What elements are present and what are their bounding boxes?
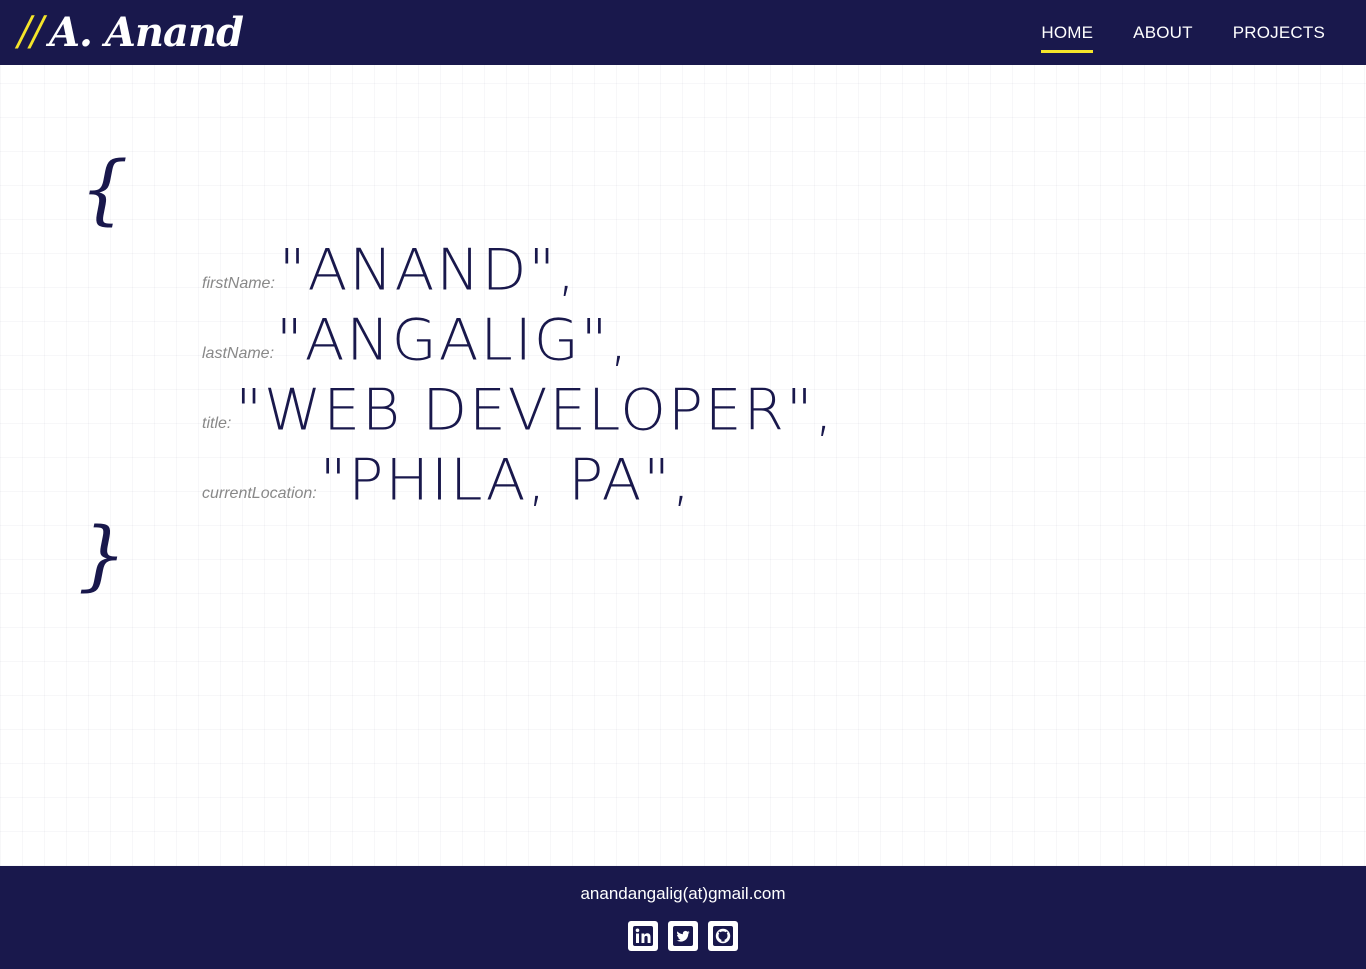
last-name-value: "ANGALIG", [276,306,630,374]
first-name-value: "ANAND", [278,236,578,304]
open-brace: { [80,144,129,233]
last-name-key: lastName: [202,345,275,362]
nav-links: HOME ABOUT PROJECTS [1001,0,1325,65]
top-navbar: // A. Anand HOME ABOUT PROJECTS [0,0,1366,65]
title-key: title: [202,415,232,432]
brand-logo-link[interactable]: // A. Anand [18,8,244,56]
close-brace: } [78,510,127,599]
first-name-key: firstName: [202,275,275,292]
linkedin-link[interactable] [628,921,658,951]
brand-slashes: // [18,9,44,55]
title-value: "WEB DEVELOPER", [235,376,835,444]
location-key: currentLocation: [202,485,317,502]
title-row: title: "WEB DEVELOPER", [202,381,835,439]
brand-name: A. Anand [48,8,244,56]
twitter-icon [673,926,693,946]
linkedin-icon [633,926,653,946]
twitter-link[interactable] [668,921,698,951]
location-row: currentLocation: "PHILA, PA", [202,451,692,509]
github-link[interactable] [708,921,738,951]
last-name-row: lastName: "ANGALIG", [202,311,630,369]
first-name-row: firstName: "ANAND", [202,241,578,299]
social-links [0,921,1366,951]
github-icon [713,926,733,946]
nav-projects-link[interactable]: PROJECTS [1233,23,1325,43]
nav-about-link[interactable]: ABOUT [1133,23,1193,43]
footer: anandangalig(at)gmail.com [0,866,1366,969]
location-value: "PHILA, PA", [319,446,693,514]
hero-section: { firstName: "ANAND", lastName: "ANGALIG… [0,65,1366,866]
contact-email: anandangalig(at)gmail.com [580,884,786,903]
nav-home-link[interactable]: HOME [1041,23,1093,53]
